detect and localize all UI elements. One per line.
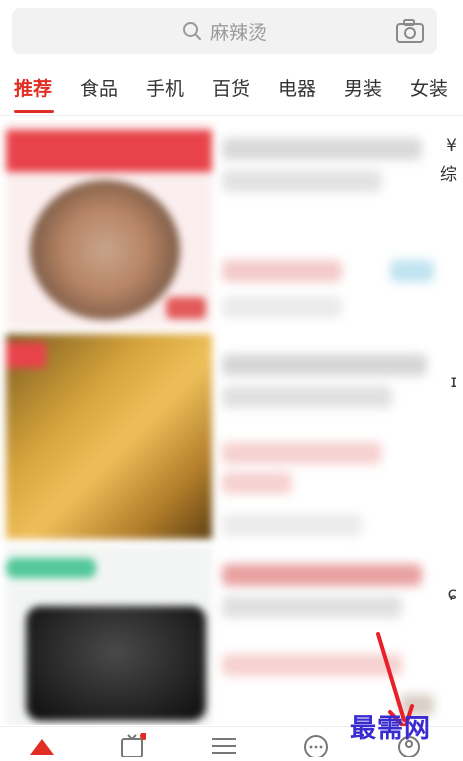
tab-food[interactable]: 食品 <box>80 74 118 101</box>
product-image <box>6 334 212 539</box>
tab-womenswear[interactable]: 女装 <box>410 74 448 101</box>
cropped-text: ɪ <box>450 372 457 392</box>
tab-general-goods[interactable]: 百货 <box>212 74 250 101</box>
home-icon[interactable] <box>28 733 56 757</box>
search-center: 麻辣烫 <box>12 8 437 54</box>
product-card[interactable]: ɪ <box>0 332 463 542</box>
tabs-divider <box>0 115 463 116</box>
product-image <box>6 122 212 327</box>
product-image <box>6 546 212 725</box>
cropped-text: 综 <box>440 165 457 185</box>
video-icon[interactable] <box>118 733 146 757</box>
search-icon <box>182 22 201 40</box>
product-card[interactable]: ¥ 综 <box>0 120 463 330</box>
category-tabs: 推荐 食品 手机 百货 电器 男装 女装 <box>0 64 463 114</box>
search-bar[interactable]: 麻辣烫 <box>12 8 437 54</box>
camera-icon[interactable] <box>395 18 425 44</box>
tab-recommend[interactable]: 推荐 <box>14 74 52 101</box>
search-placeholder: 麻辣烫 <box>209 21 267 44</box>
category-icon[interactable] <box>210 733 238 757</box>
tab-menswear[interactable]: 男装 <box>344 74 382 101</box>
watermark: 最需网 <box>350 714 432 744</box>
active-tab-indicator <box>14 110 54 113</box>
cropped-text: ¥ <box>446 136 457 156</box>
tab-appliances[interactable]: 电器 <box>278 74 316 101</box>
chat-icon[interactable] <box>302 733 330 757</box>
cropped-text: ɕ <box>447 584 457 604</box>
tab-phones[interactable]: 手机 <box>146 74 184 101</box>
